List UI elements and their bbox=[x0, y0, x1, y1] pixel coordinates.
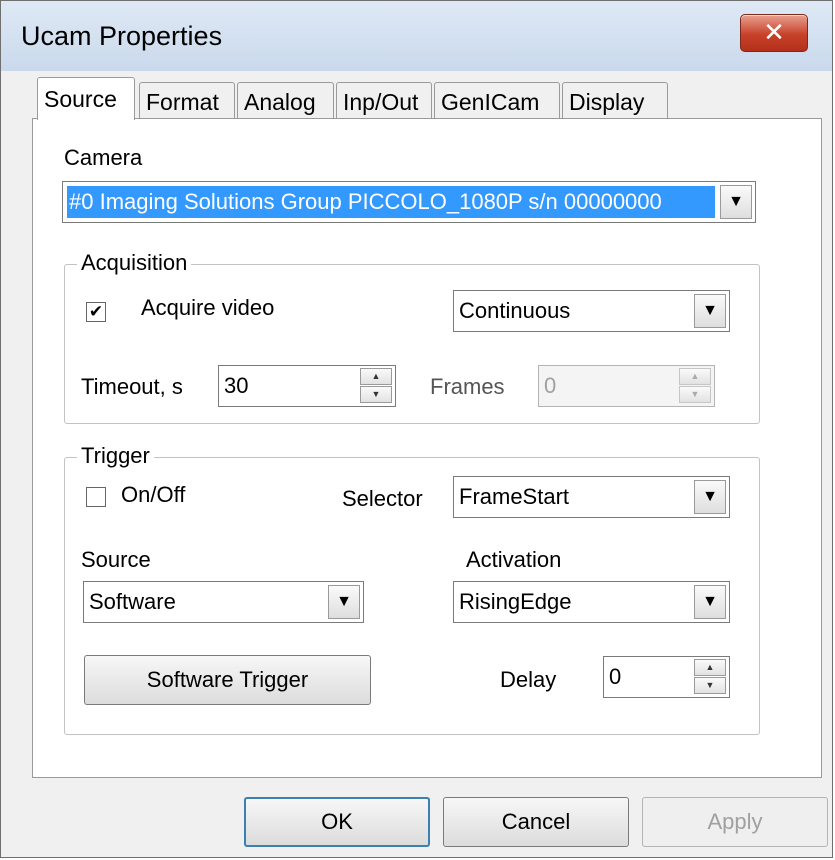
cancel-label: Cancel bbox=[501, 809, 571, 834]
acquisition-mode-select[interactable]: Continuous ▼ bbox=[453, 290, 730, 332]
activation-label: Activation bbox=[466, 547, 562, 572]
camera-label: Camera bbox=[64, 145, 143, 170]
ok-label: OK bbox=[321, 809, 353, 834]
chevron-down-icon[interactable]: ▼ bbox=[328, 585, 360, 619]
tab-source[interactable]: Source bbox=[37, 77, 135, 120]
selector-label: Selector bbox=[342, 486, 423, 511]
source-select[interactable]: Software ▼ bbox=[83, 581, 364, 623]
delay-label: Delay bbox=[500, 667, 557, 692]
source-value: Software bbox=[89, 589, 176, 614]
properties-dialog: Ucam Properties ✕ Source Format Analog I… bbox=[0, 0, 833, 858]
trigger-group-title: Trigger bbox=[77, 443, 154, 469]
software-trigger-button[interactable]: Software Trigger bbox=[84, 655, 371, 705]
frames-label: Frames bbox=[430, 374, 505, 399]
software-trigger-label: Software Trigger bbox=[146, 667, 309, 692]
trigger-onoff-checkbox[interactable] bbox=[86, 487, 106, 507]
title-bar[interactable]: Ucam Properties ✕ bbox=[1, 1, 832, 71]
selector-value: FrameStart bbox=[459, 484, 570, 509]
camera-select[interactable]: #0 Imaging Solutions Group PICCOLO_1080P… bbox=[62, 181, 756, 223]
chevron-down-icon[interactable]: ▼ bbox=[694, 585, 726, 619]
acquisition-group-title: Acquisition bbox=[77, 250, 192, 276]
timeout-label: Timeout, s bbox=[81, 374, 183, 399]
apply-label: Apply bbox=[707, 809, 763, 834]
frames-value: 0 bbox=[544, 373, 557, 398]
close-icon: ✕ bbox=[763, 17, 785, 47]
chevron-down-icon[interactable]: ▼ bbox=[694, 294, 726, 328]
cancel-button[interactable]: Cancel bbox=[443, 797, 629, 847]
apply-button[interactable]: Apply bbox=[642, 797, 828, 847]
tab-display[interactable]: Display bbox=[562, 82, 668, 121]
source-tab-panel: Camera #0 Imaging Solutions Group PICCOL… bbox=[32, 118, 822, 778]
frames-stepper[interactable]: 0 ▲ ▼ bbox=[538, 365, 715, 407]
activation-value: RisingEdge bbox=[459, 589, 572, 614]
tab-format[interactable]: Format bbox=[139, 82, 235, 121]
spin-down-icon[interactable]: ▼ bbox=[679, 386, 711, 403]
acquisition-mode-value: Continuous bbox=[459, 298, 571, 323]
timeout-stepper[interactable]: 30 ▲ ▼ bbox=[218, 365, 396, 407]
tab-inp-out[interactable]: Inp/Out bbox=[336, 82, 432, 121]
spin-up-icon[interactable]: ▲ bbox=[360, 368, 392, 385]
trigger-onoff-label: On/Off bbox=[121, 482, 186, 507]
spin-down-icon[interactable]: ▼ bbox=[694, 677, 726, 694]
spin-up-icon[interactable]: ▲ bbox=[679, 368, 711, 385]
window-title: Ucam Properties bbox=[21, 21, 223, 51]
tab-genicam[interactable]: GenICam bbox=[434, 82, 560, 121]
chevron-down-icon[interactable]: ▼ bbox=[694, 480, 726, 514]
acquire-video-checkbox[interactable]: ✔ bbox=[86, 302, 106, 322]
spin-up-icon[interactable]: ▲ bbox=[694, 659, 726, 676]
delay-value: 0 bbox=[609, 664, 622, 689]
acquire-video-label: Acquire video bbox=[141, 295, 275, 320]
tab-analog[interactable]: Analog bbox=[237, 82, 334, 121]
checkmark-icon: ✔ bbox=[88, 302, 104, 321]
selector-select[interactable]: FrameStart ▼ bbox=[453, 476, 730, 518]
delay-stepper[interactable]: 0 ▲ ▼ bbox=[603, 656, 730, 698]
activation-select[interactable]: RisingEdge ▼ bbox=[453, 581, 730, 623]
timeout-value: 30 bbox=[224, 373, 249, 398]
chevron-down-icon[interactable]: ▼ bbox=[720, 185, 752, 219]
spin-down-icon[interactable]: ▼ bbox=[360, 386, 392, 403]
source-label: Source bbox=[81, 547, 151, 572]
close-button[interactable]: ✕ bbox=[740, 14, 808, 52]
ok-button[interactable]: OK bbox=[244, 797, 430, 847]
camera-select-value: #0 Imaging Solutions Group PICCOLO_1080P… bbox=[67, 186, 715, 218]
